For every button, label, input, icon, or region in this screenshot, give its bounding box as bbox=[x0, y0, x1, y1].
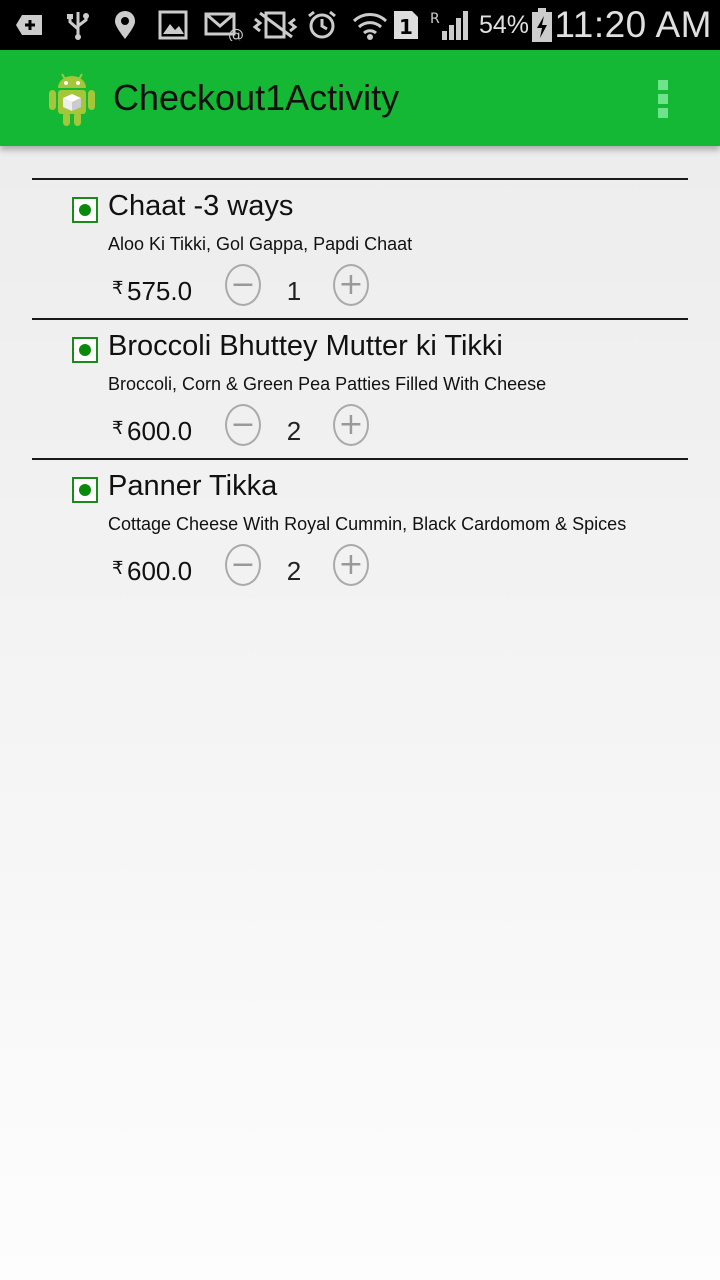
quantity-value: 1 bbox=[286, 276, 302, 306]
quantity-value: 2 bbox=[286, 556, 302, 586]
android-app-icon bbox=[49, 73, 95, 126]
decrease-quantity-button[interactable]: − bbox=[225, 264, 261, 306]
overflow-menu-button[interactable] bbox=[646, 76, 680, 122]
svg-text:R: R bbox=[430, 11, 440, 27]
rupee-icon: ₹ bbox=[112, 558, 124, 578]
alarm-icon bbox=[308, 10, 336, 39]
wifi-icon bbox=[352, 13, 388, 40]
decrease-quantity-button[interactable]: − bbox=[225, 404, 261, 446]
clock: 11:20 AM bbox=[554, 4, 712, 45]
location-icon bbox=[115, 11, 135, 39]
signal-icon: R bbox=[430, 11, 468, 40]
veg-indicator-icon bbox=[72, 477, 98, 503]
rupee-icon: ₹ bbox=[112, 278, 124, 298]
item-description: Broccoli, Corn & Green Pea Patties Fille… bbox=[108, 374, 547, 394]
item-description: Cottage Cheese With Royal Cummin, Black … bbox=[108, 514, 627, 534]
overflow-dot-icon bbox=[658, 94, 668, 104]
usb-icon bbox=[67, 12, 89, 40]
item-name: Broccoli Bhuttey Mutter ki Tikki bbox=[108, 330, 503, 362]
svg-text:1: 1 bbox=[399, 15, 413, 39]
battery-icon bbox=[532, 8, 552, 42]
image-icon bbox=[158, 10, 188, 40]
page-title: Checkout1Activity bbox=[113, 77, 400, 118]
battery-percent: 54% bbox=[479, 11, 530, 39]
overflow-dot-icon bbox=[658, 80, 668, 90]
quantity-value: 2 bbox=[286, 416, 302, 446]
increase-quantity-button[interactable]: + bbox=[333, 544, 369, 586]
item-price: 575.0 bbox=[127, 276, 193, 306]
veg-indicator-icon bbox=[72, 337, 98, 363]
rupee-icon: ₹ bbox=[112, 418, 124, 438]
increase-quantity-button[interactable]: + bbox=[333, 404, 369, 446]
item-name: Chaat -3 ways bbox=[108, 190, 294, 222]
sim-icon: 1 bbox=[394, 11, 418, 39]
increase-quantity-button[interactable]: + bbox=[333, 264, 369, 306]
status-bar: @ 1 R 54% 11:20 AM bbox=[0, 0, 720, 50]
vibrate-icon bbox=[252, 11, 298, 39]
list-item: Broccoli Bhuttey Mutter ki Tikki Broccol… bbox=[32, 318, 688, 458]
cart-list: Chaat -3 ways Aloo Ki Tikki, Gol Gappa, … bbox=[32, 178, 688, 598]
email-icon: @ bbox=[204, 12, 244, 41]
action-bar: Checkout1Activity bbox=[0, 50, 720, 146]
list-item: Chaat -3 ways Aloo Ki Tikki, Gol Gappa, … bbox=[32, 178, 688, 318]
svg-text:@: @ bbox=[228, 25, 244, 41]
overflow-dot-icon bbox=[658, 108, 668, 118]
item-description: Aloo Ki Tikki, Gol Gappa, Papdi Chaat bbox=[108, 234, 413, 254]
list-item: Panner Tikka Cottage Cheese With Royal C… bbox=[32, 458, 688, 598]
item-name: Panner Tikka bbox=[108, 470, 278, 502]
item-price: 600.0 bbox=[127, 416, 193, 446]
veg-indicator-icon bbox=[72, 197, 98, 223]
add-icon bbox=[16, 15, 42, 35]
decrease-quantity-button[interactable]: − bbox=[225, 544, 261, 586]
item-price: 600.0 bbox=[127, 556, 193, 586]
